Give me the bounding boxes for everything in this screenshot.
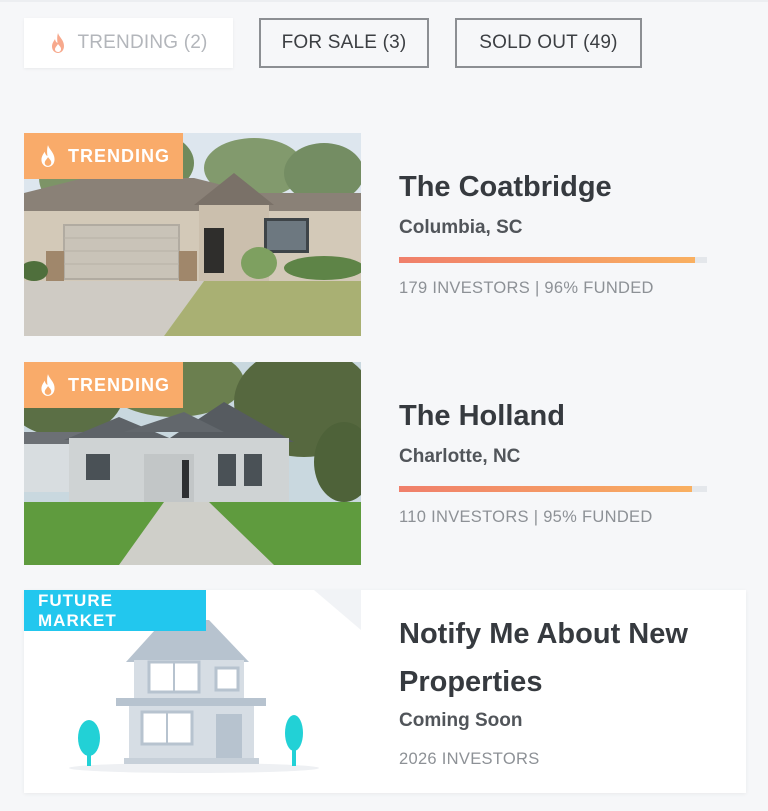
- property-card-coatbridge[interactable]: TRENDING The Coatbridge Columbia, SC 179…: [24, 133, 746, 336]
- top-divider: [0, 0, 768, 2]
- notify-title-line2[interactable]: Properties: [399, 666, 542, 699]
- tab-for-sale-label: FOR SALE (3): [281, 32, 407, 53]
- investor-stats: 110 INVESTORS | 95% FUNDED: [399, 508, 653, 526]
- property-photo[interactable]: TRENDING: [24, 133, 361, 336]
- property-location: Charlotte, NC: [399, 446, 521, 467]
- tab-trending-label: TRENDING (2): [77, 32, 208, 53]
- trending-badge: TRENDING: [24, 133, 183, 179]
- house-illustration: FUTURE MARKET: [24, 590, 361, 793]
- badge-label: TRENDING: [68, 145, 170, 166]
- flame-icon: [38, 144, 58, 168]
- tab-for-sale[interactable]: FOR SALE (3): [259, 18, 429, 68]
- funding-progress-fill: [399, 486, 692, 492]
- tab-trending[interactable]: TRENDING (2): [24, 18, 233, 68]
- flame-icon: [49, 32, 67, 54]
- funding-progress-fill: [399, 257, 695, 263]
- investor-stats: 179 INVESTORS | 96% FUNDED: [399, 279, 654, 297]
- property-name[interactable]: The Holland: [399, 400, 565, 433]
- badge-label: TRENDING: [68, 374, 170, 395]
- property-card-holland[interactable]: TRENDING The Holland Charlotte, NC 110 I…: [24, 362, 746, 565]
- flame-icon: [38, 373, 58, 397]
- property-name[interactable]: The Coatbridge: [399, 171, 612, 204]
- notify-title-line1[interactable]: Notify Me About New: [399, 618, 688, 651]
- funding-progress-bar: [399, 257, 707, 263]
- tab-sold-out[interactable]: SOLD OUT (49): [455, 18, 642, 68]
- property-photo[interactable]: TRENDING: [24, 362, 361, 565]
- future-market-card[interactable]: FUTURE MARKET Notify Me About New Proper…: [24, 590, 746, 793]
- investor-stats: 2026 INVESTORS: [399, 750, 540, 768]
- badge-label: FUTURE MARKET: [38, 590, 117, 630]
- trending-badge: TRENDING: [24, 362, 183, 408]
- property-location: Columbia, SC: [399, 217, 523, 238]
- tab-sold-out-label: SOLD OUT (49): [479, 32, 618, 53]
- future-market-badge: FUTURE MARKET: [24, 590, 206, 631]
- funding-progress-bar: [399, 486, 707, 492]
- coming-soon-label: Coming Soon: [399, 710, 523, 731]
